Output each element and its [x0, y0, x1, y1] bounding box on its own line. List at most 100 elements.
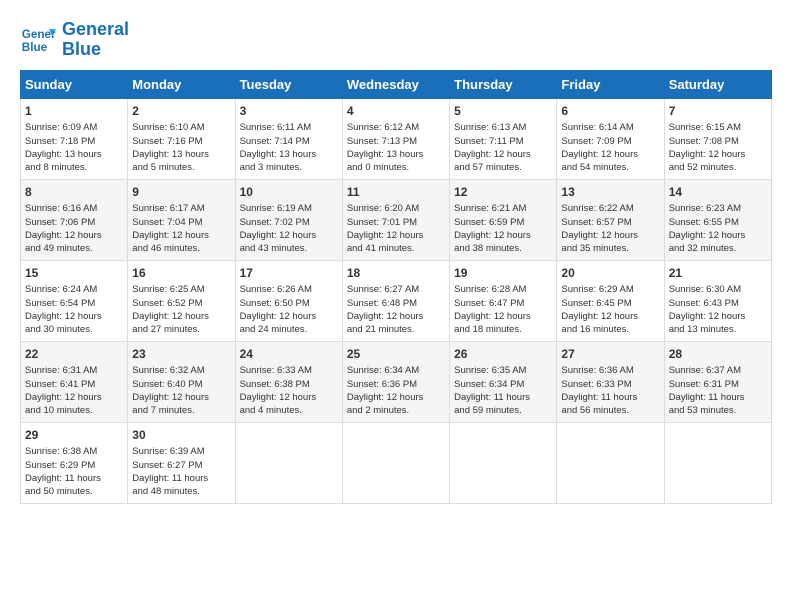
day-number: 5 — [454, 103, 552, 120]
calendar-cell: 30Sunrise: 6:39 AMSunset: 6:27 PMDayligh… — [128, 422, 235, 503]
cell-content: Sunrise: 6:35 AMSunset: 6:34 PMDaylight:… — [454, 364, 552, 417]
day-number: 10 — [240, 184, 338, 201]
day-number: 6 — [561, 103, 659, 120]
week-row-5: 29Sunrise: 6:38 AMSunset: 6:29 PMDayligh… — [21, 422, 772, 503]
cell-content: Sunrise: 6:17 AMSunset: 7:04 PMDaylight:… — [132, 202, 230, 255]
day-number: 18 — [347, 265, 445, 282]
calendar-cell — [342, 422, 449, 503]
cell-content: Sunrise: 6:11 AMSunset: 7:14 PMDaylight:… — [240, 121, 338, 174]
day-number: 19 — [454, 265, 552, 282]
cell-content: Sunrise: 6:12 AMSunset: 7:13 PMDaylight:… — [347, 121, 445, 174]
day-number: 29 — [25, 427, 123, 444]
cell-content: Sunrise: 6:21 AMSunset: 6:59 PMDaylight:… — [454, 202, 552, 255]
cell-content: Sunrise: 6:25 AMSunset: 6:52 PMDaylight:… — [132, 283, 230, 336]
calendar-cell — [664, 422, 771, 503]
day-number: 17 — [240, 265, 338, 282]
calendar-cell: 9Sunrise: 6:17 AMSunset: 7:04 PMDaylight… — [128, 179, 235, 260]
cell-content: Sunrise: 6:33 AMSunset: 6:38 PMDaylight:… — [240, 364, 338, 417]
cell-content: Sunrise: 6:13 AMSunset: 7:11 PMDaylight:… — [454, 121, 552, 174]
calendar-table: SundayMondayTuesdayWednesdayThursdayFrid… — [20, 70, 772, 504]
cell-content: Sunrise: 6:22 AMSunset: 6:57 PMDaylight:… — [561, 202, 659, 255]
logo-icon: General Blue — [20, 22, 56, 58]
day-number: 27 — [561, 346, 659, 363]
calendar-cell — [235, 422, 342, 503]
logo-text: General Blue — [62, 20, 129, 60]
col-header-sunday: Sunday — [21, 70, 128, 98]
calendar-cell: 21Sunrise: 6:30 AMSunset: 6:43 PMDayligh… — [664, 260, 771, 341]
calendar-cell — [450, 422, 557, 503]
day-number: 15 — [25, 265, 123, 282]
cell-content: Sunrise: 6:30 AMSunset: 6:43 PMDaylight:… — [669, 283, 767, 336]
day-number: 20 — [561, 265, 659, 282]
calendar-cell: 12Sunrise: 6:21 AMSunset: 6:59 PMDayligh… — [450, 179, 557, 260]
cell-content: Sunrise: 6:27 AMSunset: 6:48 PMDaylight:… — [347, 283, 445, 336]
day-number: 14 — [669, 184, 767, 201]
cell-content: Sunrise: 6:34 AMSunset: 6:36 PMDaylight:… — [347, 364, 445, 417]
calendar-cell: 22Sunrise: 6:31 AMSunset: 6:41 PMDayligh… — [21, 341, 128, 422]
calendar-cell: 2Sunrise: 6:10 AMSunset: 7:16 PMDaylight… — [128, 98, 235, 179]
day-number: 3 — [240, 103, 338, 120]
page-header: General Blue General Blue — [20, 20, 772, 60]
calendar-cell: 23Sunrise: 6:32 AMSunset: 6:40 PMDayligh… — [128, 341, 235, 422]
cell-content: Sunrise: 6:16 AMSunset: 7:06 PMDaylight:… — [25, 202, 123, 255]
calendar-cell: 6Sunrise: 6:14 AMSunset: 7:09 PMDaylight… — [557, 98, 664, 179]
col-header-thursday: Thursday — [450, 70, 557, 98]
day-number: 9 — [132, 184, 230, 201]
col-header-wednesday: Wednesday — [342, 70, 449, 98]
day-number: 30 — [132, 427, 230, 444]
cell-content: Sunrise: 6:20 AMSunset: 7:01 PMDaylight:… — [347, 202, 445, 255]
calendar-cell: 25Sunrise: 6:34 AMSunset: 6:36 PMDayligh… — [342, 341, 449, 422]
day-number: 21 — [669, 265, 767, 282]
calendar-cell: 7Sunrise: 6:15 AMSunset: 7:08 PMDaylight… — [664, 98, 771, 179]
header-row: SundayMondayTuesdayWednesdayThursdayFrid… — [21, 70, 772, 98]
calendar-cell: 28Sunrise: 6:37 AMSunset: 6:31 PMDayligh… — [664, 341, 771, 422]
day-number: 13 — [561, 184, 659, 201]
calendar-cell: 5Sunrise: 6:13 AMSunset: 7:11 PMDaylight… — [450, 98, 557, 179]
calendar-cell: 16Sunrise: 6:25 AMSunset: 6:52 PMDayligh… — [128, 260, 235, 341]
day-number: 25 — [347, 346, 445, 363]
cell-content: Sunrise: 6:39 AMSunset: 6:27 PMDaylight:… — [132, 445, 230, 498]
day-number: 24 — [240, 346, 338, 363]
day-number: 2 — [132, 103, 230, 120]
day-number: 11 — [347, 184, 445, 201]
calendar-cell: 18Sunrise: 6:27 AMSunset: 6:48 PMDayligh… — [342, 260, 449, 341]
day-number: 1 — [25, 103, 123, 120]
cell-content: Sunrise: 6:24 AMSunset: 6:54 PMDaylight:… — [25, 283, 123, 336]
cell-content: Sunrise: 6:09 AMSunset: 7:18 PMDaylight:… — [25, 121, 123, 174]
day-number: 12 — [454, 184, 552, 201]
calendar-cell: 4Sunrise: 6:12 AMSunset: 7:13 PMDaylight… — [342, 98, 449, 179]
calendar-cell: 13Sunrise: 6:22 AMSunset: 6:57 PMDayligh… — [557, 179, 664, 260]
calendar-cell: 15Sunrise: 6:24 AMSunset: 6:54 PMDayligh… — [21, 260, 128, 341]
cell-content: Sunrise: 6:29 AMSunset: 6:45 PMDaylight:… — [561, 283, 659, 336]
cell-content: Sunrise: 6:10 AMSunset: 7:16 PMDaylight:… — [132, 121, 230, 174]
col-header-saturday: Saturday — [664, 70, 771, 98]
week-row-3: 15Sunrise: 6:24 AMSunset: 6:54 PMDayligh… — [21, 260, 772, 341]
calendar-cell: 10Sunrise: 6:19 AMSunset: 7:02 PMDayligh… — [235, 179, 342, 260]
day-number: 8 — [25, 184, 123, 201]
cell-content: Sunrise: 6:14 AMSunset: 7:09 PMDaylight:… — [561, 121, 659, 174]
day-number: 26 — [454, 346, 552, 363]
cell-content: Sunrise: 6:26 AMSunset: 6:50 PMDaylight:… — [240, 283, 338, 336]
calendar-cell — [557, 422, 664, 503]
cell-content: Sunrise: 6:23 AMSunset: 6:55 PMDaylight:… — [669, 202, 767, 255]
logo: General Blue General Blue — [20, 20, 129, 60]
calendar-cell: 1Sunrise: 6:09 AMSunset: 7:18 PMDaylight… — [21, 98, 128, 179]
week-row-1: 1Sunrise: 6:09 AMSunset: 7:18 PMDaylight… — [21, 98, 772, 179]
logo-line1: General — [62, 19, 129, 39]
calendar-cell: 27Sunrise: 6:36 AMSunset: 6:33 PMDayligh… — [557, 341, 664, 422]
col-header-tuesday: Tuesday — [235, 70, 342, 98]
calendar-cell: 17Sunrise: 6:26 AMSunset: 6:50 PMDayligh… — [235, 260, 342, 341]
cell-content: Sunrise: 6:19 AMSunset: 7:02 PMDaylight:… — [240, 202, 338, 255]
calendar-cell: 3Sunrise: 6:11 AMSunset: 7:14 PMDaylight… — [235, 98, 342, 179]
calendar-cell: 19Sunrise: 6:28 AMSunset: 6:47 PMDayligh… — [450, 260, 557, 341]
col-header-friday: Friday — [557, 70, 664, 98]
day-number: 7 — [669, 103, 767, 120]
day-number: 4 — [347, 103, 445, 120]
calendar-cell: 8Sunrise: 6:16 AMSunset: 7:06 PMDaylight… — [21, 179, 128, 260]
calendar-cell: 11Sunrise: 6:20 AMSunset: 7:01 PMDayligh… — [342, 179, 449, 260]
col-header-monday: Monday — [128, 70, 235, 98]
cell-content: Sunrise: 6:36 AMSunset: 6:33 PMDaylight:… — [561, 364, 659, 417]
calendar-cell: 26Sunrise: 6:35 AMSunset: 6:34 PMDayligh… — [450, 341, 557, 422]
calendar-cell: 14Sunrise: 6:23 AMSunset: 6:55 PMDayligh… — [664, 179, 771, 260]
logo-line2: Blue — [62, 39, 101, 59]
